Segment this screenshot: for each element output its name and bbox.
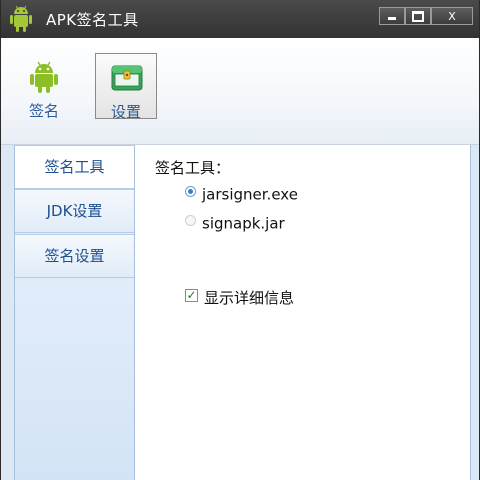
title-bar[interactable]: APK签名工具 X [1, 0, 479, 38]
signapk-label: signapk.jar [202, 214, 285, 233]
close-button[interactable]: X [431, 7, 473, 25]
nav-item-label: JDK设置 [46, 202, 103, 220]
maximize-button[interactable] [405, 7, 431, 25]
settings-chest-icon [111, 65, 143, 91]
minimize-icon [388, 17, 396, 20]
verbose-checkbox-row[interactable]: ✓ 显示详细信息 [185, 287, 294, 308]
minimize-button[interactable] [379, 7, 405, 25]
sign-tool-label: 签名 [28, 102, 59, 120]
app-window: APK签名工具 X 签名 设置 签名工具 JDK设置 签名设置 签名工具： ja… [0, 0, 480, 480]
content-panel: 签名工具： jarsigner.exe signapk.jar ✓ 显示详细信息 [134, 145, 471, 480]
radio-unselected-icon[interactable] [185, 215, 196, 226]
jarsigner-label: jarsigner.exe [202, 185, 298, 204]
main-area: 签名工具 JDK设置 签名设置 签名工具： jarsigner.exe sign… [1, 145, 479, 480]
android-app-icon [10, 5, 32, 32]
toolbar: 签名 设置 [1, 38, 479, 145]
sign-tool-button[interactable]: 签名 [13, 53, 75, 120]
checkbox-checked-icon[interactable]: ✓ [185, 289, 198, 302]
radio-selected-icon[interactable] [185, 186, 196, 197]
nav-item-label: 签名设置 [44, 247, 105, 265]
side-nav: 签名工具 JDK设置 签名设置 [14, 145, 135, 480]
nav-item-sign-tool[interactable]: 签名工具 [15, 145, 134, 189]
signapk-option[interactable]: signapk.jar [185, 214, 285, 233]
settings-tool-button[interactable]: 设置 [95, 53, 157, 121]
nav-item-sign-settings[interactable]: 签名设置 [15, 234, 134, 278]
maximize-icon [412, 11, 424, 22]
sign-tool-section-label: 签名工具： [155, 159, 231, 177]
verbose-label: 显示详细信息 [204, 289, 295, 307]
panel-border [470, 145, 471, 480]
close-icon: X [448, 10, 456, 23]
android-robot-icon [30, 61, 58, 93]
nav-item-label: 签名工具 [44, 158, 105, 176]
window-title: APK签名工具 [46, 11, 139, 29]
jarsigner-option[interactable]: jarsigner.exe [185, 185, 298, 204]
settings-tool-label: 设置 [110, 103, 141, 121]
nav-item-jdk-settings[interactable]: JDK设置 [15, 189, 134, 233]
